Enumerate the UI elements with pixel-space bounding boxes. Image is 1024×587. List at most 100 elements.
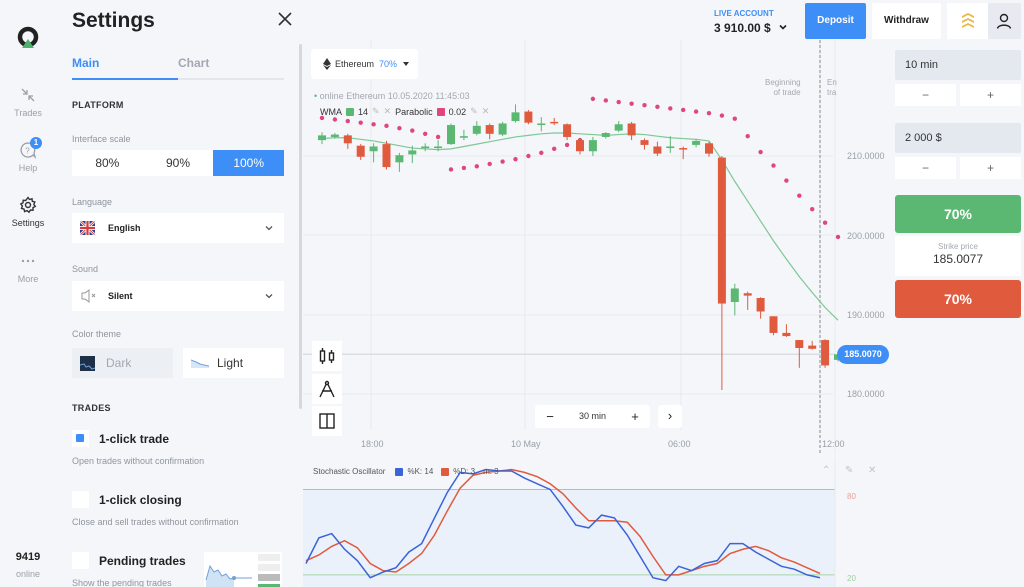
rail-label-help: Help <box>18 163 38 173</box>
stochastic-band <box>303 489 835 575</box>
edit-wma-icon[interactable]: ✎ <box>372 106 380 117</box>
language-label: Language <box>72 197 113 207</box>
candle-body <box>343 135 352 144</box>
stochastic-d: %D: 3 <box>453 467 476 476</box>
parabolic-dot <box>655 104 660 110</box>
tab-chart[interactable]: Chart <box>178 56 209 70</box>
one-click-trade-checkbox[interactable] <box>72 430 89 447</box>
left-rail: Trades ? 1 Help Settings More 9419 onlin… <box>0 0 56 587</box>
rail-label-more: More <box>17 274 39 284</box>
amount-input[interactable]: 2 000 $ <box>895 123 1021 153</box>
stochastic-band-lower <box>303 574 835 587</box>
rail-item-help[interactable]: ? 1 Help <box>0 137 56 173</box>
candle-body <box>472 125 481 134</box>
candle-body <box>666 146 675 149</box>
rail-item-settings[interactable]: Settings <box>0 196 56 228</box>
chevron-down-icon <box>265 294 273 299</box>
settings-tabs: Main Chart <box>72 56 284 80</box>
candle-body <box>821 340 830 366</box>
duration-input[interactable]: 10 min <box>895 50 1021 80</box>
candle-body <box>679 148 688 150</box>
x-tick-label: 10 May <box>511 439 541 449</box>
chart-type-button[interactable] <box>312 341 342 371</box>
candle-body <box>421 146 430 149</box>
language-select[interactable]: English <box>72 213 284 243</box>
candle-body <box>511 112 520 122</box>
candle-body <box>588 140 597 152</box>
deposit-button[interactable]: Deposit <box>805 3 866 39</box>
strike-price-label: Strike price <box>937 242 978 251</box>
x-tick-label: 18:00 <box>361 439 384 449</box>
call-up-button[interactable]: 70% <box>895 195 1021 233</box>
candle-body <box>524 111 533 123</box>
edit-parabolic-icon[interactable]: ✎ <box>470 106 478 117</box>
duration-plus-button[interactable]: + <box>960 84 1021 106</box>
parabolic-dot <box>822 220 828 225</box>
interface-scale-label: Interface scale <box>72 134 131 144</box>
layout-button[interactable] <box>312 406 342 436</box>
end-label-line1: En <box>827 78 837 87</box>
scroll-forward-button[interactable]: › <box>658 405 682 428</box>
tab-main[interactable]: Main <box>72 56 99 70</box>
remove-wma-icon[interactable]: ✕ <box>384 106 392 117</box>
one-click-trade-title: 1-click trade <box>99 432 170 446</box>
candle-body <box>782 332 791 337</box>
settings-scrollbar[interactable] <box>299 44 302 409</box>
wma-label: WMA <box>320 106 342 117</box>
remove-indicator-icon[interactable]: ✕ <box>868 465 876 476</box>
asset-selector[interactable]: Ethereum 70% <box>311 49 418 79</box>
one-click-trade-desc: Open trades without confirmation <box>72 456 205 466</box>
settings-panel: Settings Main Chart PLATFORM Interface s… <box>56 0 303 587</box>
timeframe-value: 30 min <box>578 411 606 421</box>
parabolic-dot <box>332 117 338 122</box>
amount-plus-button[interactable]: + <box>960 157 1021 179</box>
scale-option-100[interactable]: 100% <box>213 150 285 176</box>
chart-area: Ethereum 70% • online Ethereum 10.05.202… <box>303 0 893 587</box>
rail-label-settings: Settings <box>11 218 45 228</box>
candle-body <box>730 288 739 302</box>
candle-body <box>692 140 701 145</box>
amount-minus-button[interactable]: − <box>895 157 956 179</box>
stochastic-lower-level-label: 20 <box>847 574 856 583</box>
edit-indicator-icon[interactable]: ✎ <box>845 465 853 476</box>
candle-body <box>627 123 636 136</box>
scale-option-80[interactable]: 80% <box>72 150 143 176</box>
rail-item-trades[interactable]: Trades <box>0 86 56 118</box>
theme-dark-option[interactable]: Dark <box>72 348 173 378</box>
candle-body <box>485 125 494 134</box>
parabolic-dot <box>513 156 518 162</box>
candle-body <box>550 121 559 124</box>
brand-logo-icon <box>17 26 39 48</box>
y-tick-label: 190.0000 <box>847 310 885 320</box>
sound-select[interactable]: Silent <box>72 281 284 311</box>
candle-body <box>705 143 713 154</box>
candle-body <box>756 298 765 312</box>
parabolic-dot <box>771 163 776 168</box>
put-down-button[interactable]: 70% <box>895 280 1021 318</box>
remove-parabolic-icon[interactable]: ✕ <box>482 106 490 117</box>
status-rank-button[interactable] <box>947 3 988 39</box>
collapse-indicator-icon[interactable]: ⌃ <box>822 465 830 476</box>
timeframe-minus-button[interactable]: − <box>535 405 565 428</box>
profile-button[interactable] <box>988 3 1021 39</box>
drawing-tools-button[interactable] <box>312 374 342 404</box>
parabolic-dot <box>435 134 441 140</box>
withdraw-button[interactable]: Withdraw <box>872 3 941 39</box>
parabolic-dot <box>681 107 686 113</box>
chevron-down-icon <box>265 226 273 231</box>
begin-label-line1: Beginning <box>765 78 801 87</box>
pending-trades-checkbox[interactable] <box>72 552 89 569</box>
one-click-closing-checkbox[interactable] <box>72 491 89 508</box>
y-tick-label: 210.0000 <box>847 151 885 161</box>
parabolic-dot <box>448 167 454 172</box>
close-icon[interactable] <box>277 11 293 27</box>
rail-item-more[interactable]: More <box>0 252 56 284</box>
rail-label-trades: Trades <box>14 108 42 118</box>
timeframe-plus-button[interactable]: + <box>620 405 650 428</box>
asset-name: Ethereum <box>335 59 375 69</box>
scale-option-90[interactable]: 90% <box>143 150 214 176</box>
duration-minus-button[interactable]: − <box>895 84 956 106</box>
candle-body <box>808 345 817 349</box>
account-balance-dropdown[interactable]: 3 910.00 $ <box>714 21 788 35</box>
theme-light-option[interactable]: Light <box>183 348 284 378</box>
